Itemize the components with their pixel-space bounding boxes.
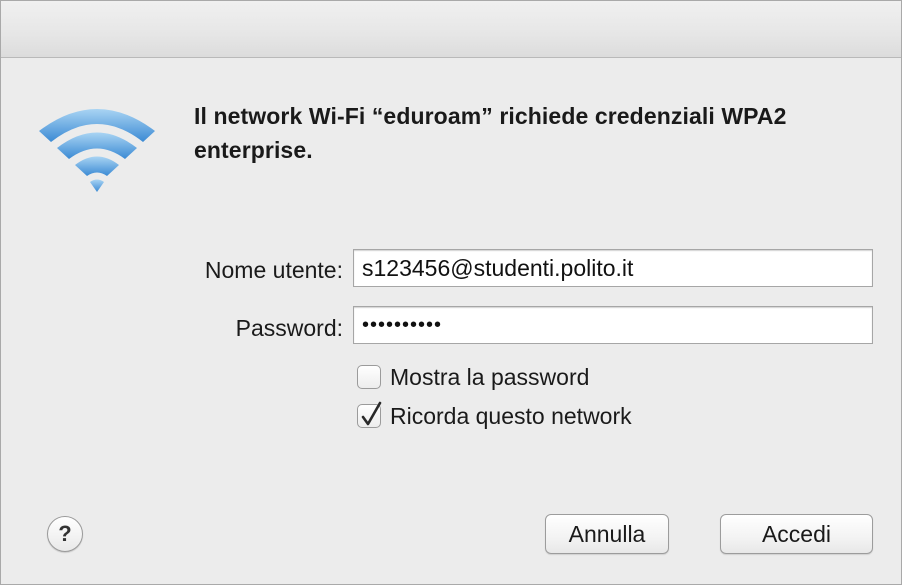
wifi-credentials-dialog: Il network Wi-Fi “eduroam” richiede cred… [0, 0, 902, 585]
show-password-option[interactable]: Mostra la password [357, 362, 589, 392]
show-password-label[interactable]: Mostra la password [390, 364, 589, 391]
password-label: Password: [235, 315, 343, 341]
cancel-button[interactable]: Annulla [545, 514, 669, 554]
remember-network-checkbox[interactable] [357, 401, 382, 428]
checkmark-icon [361, 401, 382, 426]
window-titlebar[interactable] [1, 1, 901, 58]
wifi-icon [39, 109, 155, 192]
help-button[interactable]: ? [47, 516, 83, 552]
username-field[interactable]: s123456@studenti.polito.it [353, 249, 873, 287]
username-label: Nome utente: [204, 257, 343, 283]
dialog-message: Il network Wi-Fi “eduroam” richiede cred… [194, 103, 787, 163]
remember-network-option[interactable]: Ricorda questo network [357, 401, 632, 431]
connect-button[interactable]: Accedi [720, 514, 873, 554]
password-field[interactable]: •••••••••• [353, 306, 873, 344]
show-password-checkbox[interactable] [357, 365, 381, 389]
remember-network-label[interactable]: Ricorda questo network [390, 403, 632, 430]
